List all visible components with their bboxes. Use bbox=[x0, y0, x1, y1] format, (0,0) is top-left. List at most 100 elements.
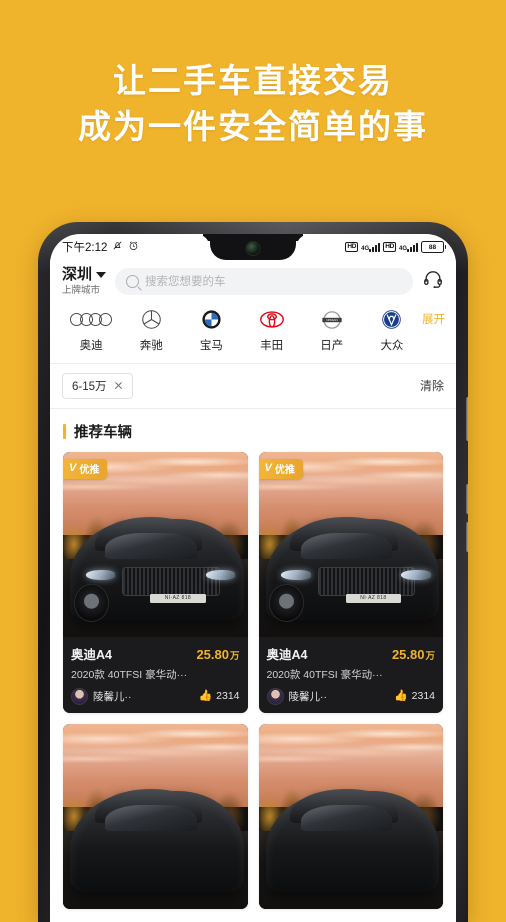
hd-icon-1: HD bbox=[345, 242, 359, 252]
signal-bars-1 bbox=[369, 242, 381, 252]
car-card[interactable] bbox=[63, 723, 248, 909]
car-body bbox=[265, 788, 440, 893]
status-bar-right: HD 4G HD 4G 88 bbox=[345, 241, 446, 253]
alarm-clock-icon bbox=[128, 240, 139, 254]
filter-chip-price[interactable]: 6-15万 bbox=[62, 372, 133, 399]
headset-icon[interactable] bbox=[422, 268, 444, 295]
car-spec: 2020款 40TFSI 豪华动··· bbox=[266, 668, 383, 681]
signal-group-1: 4G bbox=[361, 242, 381, 252]
city-selector[interactable]: 深圳 上牌城市 bbox=[62, 266, 107, 296]
brand-item-volkswagen[interactable]: 大众 bbox=[362, 309, 422, 353]
brand-item-audi[interactable]: 奥迪 bbox=[61, 309, 121, 353]
thumbs-up-icon: 👍 bbox=[198, 689, 213, 702]
car-card-footer: 陵馨儿·· 👍 2314 bbox=[266, 687, 435, 705]
hd-icon-2: HD bbox=[383, 242, 396, 252]
battery-indicator: 88 bbox=[421, 241, 446, 253]
seller-info[interactable]: 陵馨儿·· bbox=[266, 687, 328, 705]
status-bar: 下午2:12 HD 4G HD 4G 88 bbox=[50, 234, 456, 260]
status-badge: V 优推 bbox=[258, 458, 303, 479]
verified-check-icon: V bbox=[264, 462, 272, 475]
city-selector-row: 深圳 bbox=[62, 266, 107, 284]
headlight-left bbox=[85, 570, 116, 580]
brands-expand-button[interactable]: 展开 bbox=[422, 309, 445, 327]
seller-name: 陵馨儿·· bbox=[93, 690, 132, 703]
avatar bbox=[71, 687, 88, 705]
car-windshield bbox=[300, 532, 393, 560]
seller-name: 陵馨儿·· bbox=[288, 690, 328, 703]
page-title: 推荐车辆 bbox=[74, 424, 132, 441]
headlight-right bbox=[205, 570, 236, 580]
brand-item-mercedes[interactable]: 奔驰 bbox=[121, 309, 181, 353]
seller-info[interactable]: 陵馨儿·· bbox=[71, 687, 132, 705]
car-card-body: 奥迪A4 25.80万 2020款 40TFSI 豪华动··· 陵馨儿·· 👍 bbox=[63, 636, 248, 713]
search-icon bbox=[126, 274, 140, 288]
status-badge: V 优推 bbox=[63, 458, 108, 479]
headlight-right bbox=[401, 570, 431, 580]
power-button[interactable] bbox=[466, 397, 468, 441]
car-price: 25.80万 bbox=[392, 647, 435, 662]
verified-check-icon: V bbox=[69, 462, 77, 475]
audi-rings-logo-icon bbox=[70, 309, 112, 331]
car-grille bbox=[122, 567, 220, 596]
like-count[interactable]: 👍 2314 bbox=[198, 690, 239, 702]
chevron-down-icon bbox=[96, 272, 107, 279]
brand-item-nissan[interactable]: NISSAN 日产 bbox=[302, 309, 362, 353]
car-price-unit: 万 bbox=[229, 650, 240, 662]
hero-headline: 让二手车直接交易 成为一件安全简单的事 bbox=[0, 58, 506, 149]
section-accent-bar bbox=[63, 423, 66, 439]
volume-down-button[interactable] bbox=[466, 522, 468, 552]
search-placeholder: 搜索您想要的车 bbox=[145, 276, 226, 289]
status-time: 下午2:12 bbox=[62, 242, 108, 254]
status-badge-label: 优推 bbox=[274, 465, 295, 477]
like-count-value: 2314 bbox=[216, 690, 240, 703]
filter-bar: 6-15万 清除 bbox=[50, 363, 456, 408]
city-subtitle: 上牌城市 bbox=[62, 284, 101, 296]
brand-shortcuts: 奥迪 奔驰 宝马 丰田 NISSAN 日产 大众 展开 bbox=[50, 305, 456, 363]
car-card[interactable]: NI·AZ 818 V 优推 奥迪A4 25.80万 2020款 40TFSI … bbox=[258, 451, 443, 713]
volume-up-button[interactable] bbox=[466, 484, 468, 514]
car-grille bbox=[317, 567, 416, 596]
car-card-title-row: 奥迪A4 25.80万 bbox=[71, 644, 240, 663]
toyota-ovals-logo-icon bbox=[259, 309, 284, 331]
car-photo bbox=[258, 723, 443, 909]
phone-screen: 下午2:12 HD 4G HD 4G 88 深圳 上牌城市 搜索您想要的车 奥迪… bbox=[50, 234, 456, 922]
car-card-grid: NI·AZ 818 V 优推 奥迪A4 25.80万 2020款 40TFSI … bbox=[50, 451, 456, 909]
car-wheel bbox=[269, 583, 305, 623]
brand-label: 日产 bbox=[320, 339, 344, 352]
search-input[interactable]: 搜索您想要的车 bbox=[115, 267, 413, 295]
car-model-name: 奥迪A4 bbox=[71, 647, 112, 662]
brand-label: 奥迪 bbox=[79, 339, 103, 352]
clear-filters-button[interactable]: 清除 bbox=[420, 377, 444, 394]
bell-muted-icon bbox=[112, 240, 123, 254]
brand-item-bmw[interactable]: 宝马 bbox=[181, 309, 241, 353]
car-price-value: 25.80 bbox=[391, 646, 425, 662]
car-model-name: 奥迪A4 bbox=[266, 647, 308, 662]
car-card[interactable]: NI·AZ 818 V 优推 奥迪A4 25.80万 2020款 40TFSI … bbox=[63, 451, 248, 713]
nissan-logo-icon: NISSAN bbox=[321, 309, 343, 331]
car-card-title-row: 奥迪A4 25.80万 bbox=[267, 644, 436, 663]
car-windshield bbox=[300, 804, 393, 832]
signal-bars-2 bbox=[407, 242, 418, 252]
network-type-1: 4G bbox=[361, 245, 370, 252]
avatar bbox=[266, 687, 284, 705]
brand-item-toyota[interactable]: 丰田 bbox=[242, 309, 302, 353]
car-photo: NI·AZ 818 V 优推 bbox=[63, 451, 248, 637]
section-header: 推荐车辆 bbox=[50, 408, 456, 452]
hero-line-2: 成为一件安全简单的事 bbox=[78, 107, 428, 145]
car-price-value: 25.80 bbox=[196, 646, 229, 662]
bmw-roundel-logo-icon bbox=[201, 309, 222, 331]
license-plate: NI·AZ 818 bbox=[150, 593, 206, 603]
hero-line-1: 让二手车直接交易 bbox=[113, 62, 393, 99]
close-icon[interactable] bbox=[114, 381, 123, 390]
car-card[interactable] bbox=[258, 723, 443, 909]
car-price-unit: 万 bbox=[425, 650, 435, 662]
app-top-bar: 深圳 上牌城市 搜索您想要的车 bbox=[50, 260, 456, 305]
car-windshield bbox=[105, 532, 197, 560]
mercedes-star-logo-icon bbox=[141, 309, 162, 331]
svg-text:NISSAN: NISSAN bbox=[326, 318, 337, 322]
car-price: 25.80万 bbox=[196, 647, 239, 662]
city-name: 深圳 bbox=[62, 266, 93, 283]
car-windshield bbox=[105, 804, 197, 832]
like-count[interactable]: 👍 2314 bbox=[394, 690, 435, 702]
car-body: NI·AZ 818 bbox=[265, 516, 440, 623]
